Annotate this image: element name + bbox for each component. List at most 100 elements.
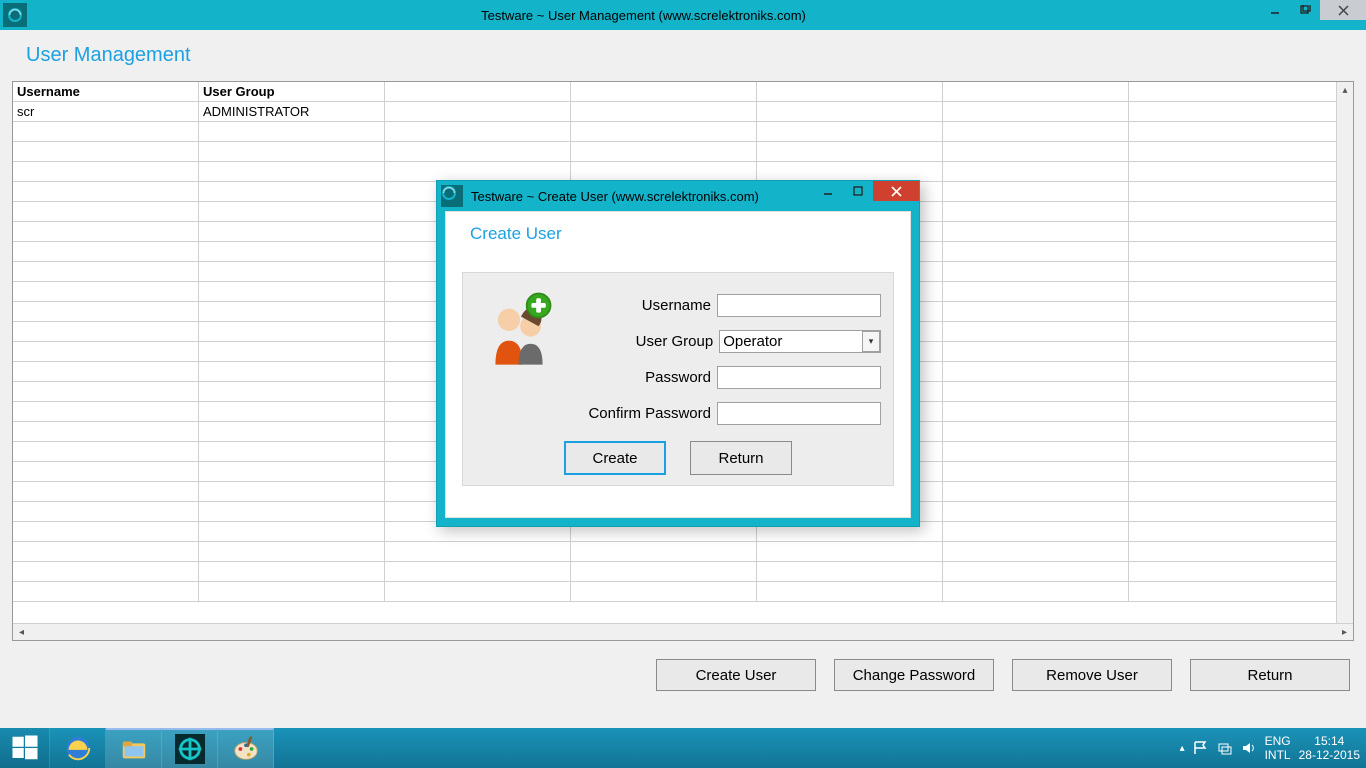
- start-button[interactable]: [0, 728, 50, 768]
- dialog-create-button[interactable]: Create: [564, 441, 666, 475]
- return-button[interactable]: Return: [1190, 659, 1350, 691]
- cell-blank: [943, 522, 1129, 542]
- tray-clock[interactable]: 15:14 28-12-2015: [1299, 734, 1360, 762]
- usergroup-select[interactable]: [719, 330, 881, 353]
- cell-blank: [1129, 562, 1353, 582]
- cell-blank: [199, 162, 385, 182]
- grid-vertical-scrollbar[interactable]: ▴: [1336, 82, 1353, 623]
- taskbar-ie[interactable]: [50, 728, 106, 768]
- paint-icon: [231, 734, 261, 764]
- cell-blank: [943, 182, 1129, 202]
- dialog-button-row: Create Return: [463, 441, 893, 475]
- action-button-row: Create User Change Password Remove User …: [12, 659, 1354, 691]
- cell-blank: [385, 102, 571, 122]
- cell-blank: [13, 442, 199, 462]
- password-input[interactable]: [717, 366, 881, 389]
- cell-blank: [943, 142, 1129, 162]
- cell-username: scr: [13, 102, 199, 122]
- cell-blank: [943, 442, 1129, 462]
- cell-blank: [13, 222, 199, 242]
- dialog-close-button[interactable]: [873, 181, 919, 201]
- cell-blank: [199, 362, 385, 382]
- cell-blank: [1129, 442, 1353, 462]
- cell-blank: [943, 322, 1129, 342]
- cell-blank: [13, 262, 199, 282]
- dialog-heading: Create User: [470, 224, 910, 244]
- cell-blank: [757, 122, 943, 142]
- cell-blank: [1129, 402, 1353, 422]
- cell-blank: [199, 462, 385, 482]
- cell-blank: [943, 302, 1129, 322]
- tray-language[interactable]: ENG INTL: [1265, 734, 1291, 762]
- cell-blank: [13, 462, 199, 482]
- cell-blank: [943, 202, 1129, 222]
- dialog-minimize-button[interactable]: [813, 181, 843, 201]
- cell-blank: [943, 562, 1129, 582]
- cell-blank: [199, 442, 385, 462]
- taskbar-explorer[interactable]: [106, 728, 162, 768]
- maximize-button[interactable]: [1290, 0, 1320, 20]
- close-button[interactable]: [1320, 0, 1366, 20]
- col-usergroup[interactable]: User Group: [199, 82, 385, 102]
- cell-blank: [385, 162, 571, 182]
- dialog-titlebar[interactable]: Testware ~ Create User (www.screlektroni…: [437, 181, 919, 211]
- cell-blank: [13, 362, 199, 382]
- cell-blank: [199, 222, 385, 242]
- grid-horizontal-scrollbar[interactable]: ◂ ▸: [13, 623, 1353, 640]
- minimize-button[interactable]: [1260, 0, 1290, 20]
- main-window-titlebar: Testware ~ User Management (www.screlekt…: [0, 0, 1366, 30]
- change-password-button[interactable]: Change Password: [834, 659, 994, 691]
- cell-blank: [1129, 462, 1353, 482]
- cell-blank: [1129, 362, 1353, 382]
- windows-icon: [10, 733, 40, 763]
- cell-blank: [1129, 122, 1353, 142]
- scroll-left-icon[interactable]: ◂: [13, 624, 30, 640]
- cell-blank: [943, 222, 1129, 242]
- tray-lang2: INTL: [1265, 748, 1291, 762]
- cell-blank: [199, 142, 385, 162]
- dialog-return-button[interactable]: Return: [690, 441, 792, 475]
- table-row[interactable]: scr ADMINISTRATOR: [13, 102, 1353, 122]
- cell-usergroup: ADMINISTRATOR: [199, 102, 385, 122]
- cell-blank: [13, 582, 199, 602]
- cell-blank: [1129, 202, 1353, 222]
- cell-blank: [199, 382, 385, 402]
- cell-blank: [13, 422, 199, 442]
- taskbar-app[interactable]: [162, 728, 218, 768]
- cell-blank: [757, 542, 943, 562]
- scroll-up-icon[interactable]: ▴: [1337, 82, 1353, 99]
- add-user-icon: [481, 291, 561, 371]
- confirm-password-input[interactable]: [717, 402, 881, 425]
- cell-blank: [385, 142, 571, 162]
- cell-blank: [385, 122, 571, 142]
- cell-blank: [199, 562, 385, 582]
- create-user-form: Username User Group ▾ Password Confirm P…: [462, 272, 894, 486]
- remove-user-button[interactable]: Remove User: [1012, 659, 1172, 691]
- cell-blank: [571, 542, 757, 562]
- col-blank: [1129, 82, 1353, 102]
- cell-blank: [1129, 222, 1353, 242]
- cell-blank: [943, 242, 1129, 262]
- create-user-button[interactable]: Create User: [656, 659, 816, 691]
- flag-icon[interactable]: [1193, 740, 1209, 756]
- username-label: Username: [581, 297, 717, 314]
- network-icon[interactable]: [1217, 740, 1233, 756]
- cell-blank: [13, 182, 199, 202]
- cell-blank: [1129, 542, 1353, 562]
- cell-blank: [13, 242, 199, 262]
- speaker-icon[interactable]: [1241, 740, 1257, 756]
- table-row-empty: [13, 142, 1353, 162]
- form-rows: Username User Group ▾ Password Confirm P…: [581, 287, 881, 431]
- tray-overflow-icon[interactable]: ▴: [1180, 743, 1185, 754]
- cell-blank: [199, 502, 385, 522]
- cell-blank: [571, 122, 757, 142]
- taskbar: ▴ ENG INTL 15:14 28-12-2015: [0, 728, 1366, 768]
- cell-blank: [13, 482, 199, 502]
- username-input[interactable]: [717, 294, 881, 317]
- col-username[interactable]: Username: [13, 82, 199, 102]
- taskbar-paint[interactable]: [218, 728, 274, 768]
- dialog-maximize-button[interactable]: [843, 181, 873, 201]
- cell-blank: [1129, 522, 1353, 542]
- tray-time: 15:14: [1314, 734, 1344, 748]
- scroll-right-icon[interactable]: ▸: [1336, 624, 1353, 640]
